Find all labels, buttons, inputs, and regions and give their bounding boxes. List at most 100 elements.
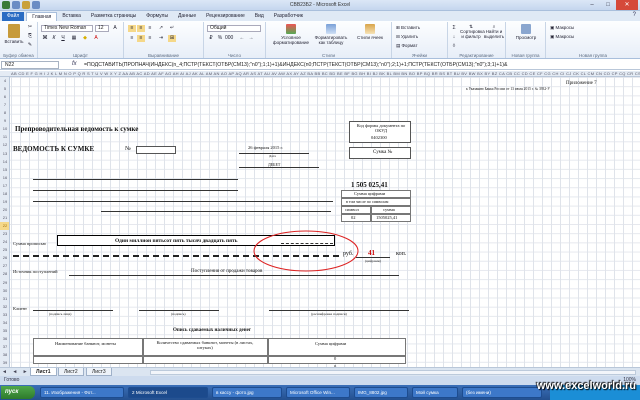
row-header[interactable]: 13 bbox=[0, 150, 9, 158]
autosum-icon[interactable]: Σ bbox=[450, 25, 458, 32]
delete-cells-button[interactable]: ⊟ Удалить bbox=[396, 34, 418, 40]
row-header[interactable]: 28 bbox=[0, 270, 9, 278]
taskbar-item[interactable]: (без имени) bbox=[462, 387, 542, 398]
font-size-select[interactable]: 12 bbox=[95, 25, 109, 32]
row-header[interactable]: 17 bbox=[0, 182, 9, 190]
help-icon[interactable]: ? bbox=[633, 12, 636, 18]
row-header[interactable]: 11 bbox=[0, 133, 9, 141]
row-header[interactable]: 26 bbox=[0, 254, 9, 262]
tab-view[interactable]: Вид bbox=[250, 12, 269, 21]
row-header[interactable]: 22 bbox=[0, 222, 9, 231]
macros-button[interactable]: ▣ Макросы bbox=[550, 25, 574, 31]
tab-formulas[interactable]: Формулы bbox=[141, 12, 173, 21]
tab-insert[interactable]: Вставка bbox=[57, 12, 86, 21]
fill-color-icon[interactable]: ◆ bbox=[81, 35, 89, 42]
row-header[interactable]: 35 bbox=[0, 327, 9, 335]
paste-button[interactable]: Вставить bbox=[4, 24, 24, 44]
macros-button-2[interactable]: ▣ Макросы bbox=[550, 34, 574, 40]
comma-style-icon[interactable]: 000 bbox=[225, 35, 233, 42]
fill-icon[interactable]: ↓ bbox=[450, 34, 458, 41]
sheet-tab-2[interactable]: Лист2 bbox=[58, 368, 84, 376]
align-middle-icon[interactable]: ≡ bbox=[137, 25, 145, 32]
tab-file[interactable]: Файл bbox=[2, 12, 25, 21]
row-header[interactable]: 30 bbox=[0, 287, 9, 295]
formula-input[interactable]: =ПОДСТАВИТЬ(ПРОПНАЧ(ИНДЕКС(n_4;ПСТР(ТЕКС… bbox=[84, 61, 636, 69]
taskbar-item[interactable]: IMG_8802.jpg bbox=[354, 387, 408, 398]
row-header[interactable]: 5 bbox=[0, 85, 9, 93]
taskbar-item[interactable]: Мой сумка bbox=[412, 387, 458, 398]
cell-styles-button[interactable]: Стили ячеек bbox=[352, 24, 388, 40]
decrease-decimal-icon[interactable]: → bbox=[247, 35, 255, 42]
start-button[interactable]: пуск bbox=[1, 386, 35, 399]
grow-font-icon[interactable]: A bbox=[111, 25, 119, 32]
taskbar-item[interactable]: Microsoft Office Win... bbox=[286, 387, 350, 398]
format-as-table-button[interactable]: Форматировать как таблицу bbox=[312, 24, 350, 45]
borders-icon[interactable]: ▦ bbox=[70, 35, 78, 42]
find-select-button[interactable]: ⌕ Найти и выделить bbox=[483, 24, 505, 39]
wrap-text-icon[interactable]: ↵ bbox=[168, 25, 176, 32]
row-header[interactable]: 15 bbox=[0, 166, 9, 174]
row-header[interactable]: 29 bbox=[0, 279, 9, 287]
row-header[interactable]: 7 bbox=[0, 101, 9, 109]
conditional-format-button[interactable]: Условное форматирование bbox=[272, 24, 310, 45]
align-right-icon[interactable]: ≡ bbox=[146, 35, 154, 42]
font-name-select[interactable]: Times New Roman bbox=[41, 25, 93, 32]
orientation-icon[interactable]: ↗ bbox=[157, 25, 165, 32]
align-left-icon[interactable]: ≡ bbox=[128, 35, 136, 42]
row-header[interactable]: 34 bbox=[0, 319, 9, 327]
function-icon[interactable]: fx bbox=[72, 61, 77, 67]
row-header[interactable]: 27 bbox=[0, 262, 9, 270]
cut-icon[interactable]: ✂ bbox=[26, 24, 34, 31]
row-header[interactable]: 37 bbox=[0, 343, 9, 351]
row-header[interactable]: 33 bbox=[0, 311, 9, 319]
row-header[interactable]: 19 bbox=[0, 198, 9, 206]
format-cells-button[interactable]: ▤ Формат bbox=[396, 43, 418, 49]
tab-home[interactable]: Главная bbox=[26, 12, 58, 21]
print-preview-button[interactable]: Просмотр bbox=[510, 24, 542, 40]
row-header[interactable]: 6 bbox=[0, 93, 9, 101]
tab-data[interactable]: Данные bbox=[173, 12, 201, 21]
align-bottom-icon[interactable]: ≡ bbox=[146, 25, 154, 32]
increase-decimal-icon[interactable]: ← bbox=[238, 35, 246, 42]
row-header[interactable]: 4 bbox=[0, 77, 9, 85]
taskbar-item[interactable]: в кассу - фото.jpg bbox=[212, 387, 282, 398]
sort-filter-button[interactable]: ⇅ Сортировка и фильтр bbox=[460, 24, 485, 39]
italic-button[interactable]: К bbox=[50, 35, 58, 42]
taskbar-item[interactable]: 11. Изображения - Фот... bbox=[40, 387, 124, 398]
row-header[interactable]: 25 bbox=[0, 246, 9, 254]
bold-button[interactable]: Ж bbox=[41, 35, 49, 42]
minimize-button[interactable]: – bbox=[584, 0, 600, 10]
merge-cells-icon[interactable]: ⊞ bbox=[168, 35, 176, 42]
underline-button[interactable]: Ч bbox=[59, 35, 67, 42]
close-button[interactable]: ✕ bbox=[616, 0, 638, 10]
sheet-tab-3[interactable]: Лист3 bbox=[86, 368, 112, 376]
row-header[interactable]: 20 bbox=[0, 206, 9, 214]
row-header[interactable]: 14 bbox=[0, 158, 9, 166]
taskbar-item-excel[interactable]: 2 Microsoft Excel bbox=[128, 387, 208, 398]
name-box[interactable]: N22 bbox=[1, 61, 59, 69]
row-header[interactable]: 24 bbox=[0, 238, 9, 246]
row-header[interactable]: 16 bbox=[0, 174, 9, 182]
row-header[interactable]: 9 bbox=[0, 117, 9, 125]
row-header[interactable]: 23 bbox=[0, 230, 9, 238]
copy-icon[interactable]: ⎘ bbox=[26, 33, 34, 40]
number-format-select[interactable]: Общий bbox=[207, 25, 261, 32]
row-header[interactable]: 12 bbox=[0, 141, 9, 149]
sheet-tab-1[interactable]: Лист1 bbox=[30, 368, 57, 376]
row-header[interactable]: 36 bbox=[0, 335, 9, 343]
tab-developer[interactable]: Разработчик bbox=[269, 12, 308, 21]
horizontal-scrollbar[interactable] bbox=[150, 370, 636, 375]
clear-icon[interactable]: ◊ bbox=[450, 43, 458, 50]
row-headers[interactable]: 4 5 6 7 8 9 10 11 12 13 14 15 16 17 18 19 20 21 22 23 24 25 26… bbox=[0, 77, 10, 367]
currency-icon[interactable]: ₽ bbox=[207, 35, 215, 42]
table-row[interactable] bbox=[33, 356, 143, 364]
row-header[interactable]: 21 bbox=[0, 214, 9, 222]
tab-review[interactable]: Рецензирование bbox=[201, 12, 250, 21]
row-header[interactable]: 10 bbox=[0, 125, 9, 133]
row-header[interactable]: 18 bbox=[0, 190, 9, 198]
indent-icon[interactable]: ⇥ bbox=[157, 35, 165, 42]
maximize-button[interactable]: □ bbox=[600, 0, 616, 10]
font-color-icon[interactable]: A bbox=[92, 35, 100, 42]
row-header[interactable]: 31 bbox=[0, 295, 9, 303]
align-top-icon[interactable]: ≡ bbox=[128, 25, 136, 32]
